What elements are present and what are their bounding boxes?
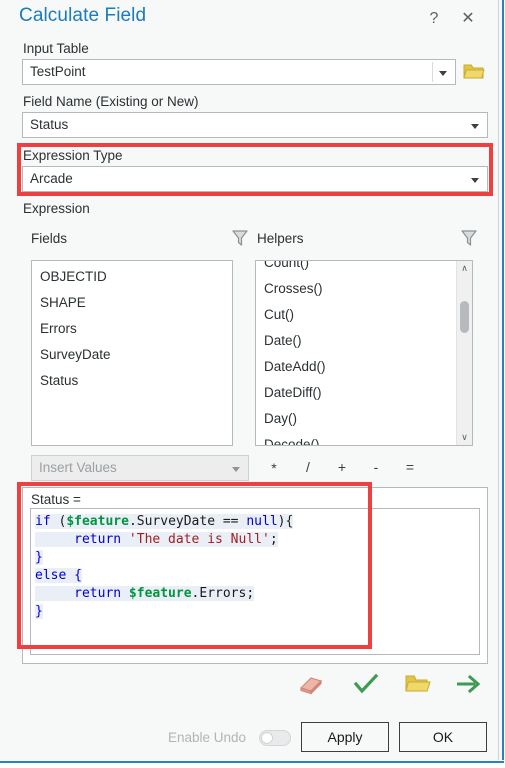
code-line: if ($feature.SurveyDate == null){ (35, 514, 294, 529)
list-item[interactable]: Crosses() (256, 276, 456, 302)
scrollbar-thumb[interactable] (460, 301, 469, 333)
list-item[interactable]: DateDiff() (256, 380, 456, 406)
close-icon[interactable]: ✕ (457, 8, 479, 30)
expression-type-combobox[interactable]: Arcade (22, 166, 488, 192)
apply-button[interactable]: Apply (301, 722, 389, 752)
operator-equals[interactable]: = (402, 459, 418, 475)
operator-minus[interactable]: - (368, 459, 384, 475)
pane-inner-divider (498, 0, 499, 760)
input-table-label: Input Table (23, 41, 89, 56)
list-item[interactable]: Status (32, 368, 232, 394)
page-title: Calculate Field (19, 5, 147, 26)
scroll-up-icon[interactable]: ∧ (457, 261, 472, 276)
ok-button[interactable]: OK (399, 722, 487, 752)
chevron-down-icon[interactable] (439, 71, 447, 76)
toggle-knob (261, 732, 273, 744)
calculate-field-dialog: Calculate Field ? ✕ Input Table TestPoin… (0, 0, 505, 768)
fields-filter-icon[interactable] (230, 228, 250, 253)
operator-divide[interactable]: / (300, 459, 316, 475)
field-name-combobox[interactable]: Status (22, 112, 488, 138)
expression-type-value: Arcade (30, 171, 73, 186)
enable-undo-label: Enable Undo (168, 730, 247, 745)
list-item[interactable]: Errors (32, 316, 232, 342)
folder-open-icon[interactable] (405, 673, 435, 699)
input-table-combobox[interactable]: TestPoint (22, 59, 456, 85)
code-line: return $feature.Errors; (35, 586, 255, 601)
fields-listbox[interactable]: OBJECTID SHAPE Errors SurveyDate Status (31, 260, 233, 446)
chevron-down-icon[interactable] (471, 178, 479, 183)
expression-type-label: Expression Type (23, 148, 123, 163)
input-table-value: TestPoint (30, 64, 86, 79)
list-item[interactable]: Date() (256, 328, 456, 354)
field-name-value: Status (30, 117, 69, 132)
chevron-down-icon[interactable] (471, 124, 479, 129)
expression-section-label: Expression (23, 201, 90, 216)
expression-code-editor[interactable]: if ($feature.SurveyDate == null){ return… (30, 508, 480, 655)
list-item[interactable]: Decode() (256, 432, 456, 445)
list-item[interactable]: Day() (256, 406, 456, 432)
scroll-down-icon[interactable]: ∨ (457, 430, 472, 445)
helpers-listbox[interactable]: Count() Crosses() Cut() Date() DateAdd() Date… (255, 260, 473, 446)
field-name-label: Field Name (Existing or New) (23, 94, 199, 109)
combobox-divider (432, 62, 433, 82)
help-icon[interactable]: ? (423, 8, 445, 30)
helpers-filter-icon[interactable] (459, 228, 479, 253)
pane-outer-bottom (0, 763, 505, 768)
enable-undo-toggle[interactable] (259, 730, 291, 746)
code-line: } (35, 604, 43, 619)
title-bar: Calculate Field ? ✕ (0, 0, 495, 36)
insert-values-placeholder: Insert Values (39, 460, 117, 475)
list-item[interactable]: OBJECTID (32, 264, 232, 290)
insert-values-combobox[interactable]: Insert Values (31, 455, 249, 481)
helpers-scrollbar[interactable]: ∧ ∨ (456, 261, 472, 445)
check-validate-icon[interactable] (352, 672, 382, 698)
code-line: else { (35, 568, 82, 583)
operator-plus[interactable]: + (334, 459, 350, 475)
chevron-down-icon[interactable] (232, 467, 240, 472)
list-item[interactable]: SurveyDate (32, 342, 232, 368)
list-item[interactable]: SHAPE (32, 290, 232, 316)
arrow-right-icon[interactable] (455, 672, 485, 698)
helpers-label: Helpers (257, 231, 304, 246)
code-line: } (35, 550, 43, 565)
list-item[interactable]: Count() (256, 261, 456, 276)
list-item[interactable]: DateAdd() (256, 354, 456, 380)
expression-result-prefix: Status = (31, 492, 81, 507)
operator-multiply[interactable]: * (266, 460, 282, 476)
list-item[interactable]: Cut() (256, 302, 456, 328)
book-help-icon[interactable] (297, 672, 327, 698)
code-line: return 'The date is Null'; (35, 532, 278, 547)
input-table-browse-icon[interactable] (463, 61, 485, 86)
fields-label: Fields (31, 231, 68, 246)
